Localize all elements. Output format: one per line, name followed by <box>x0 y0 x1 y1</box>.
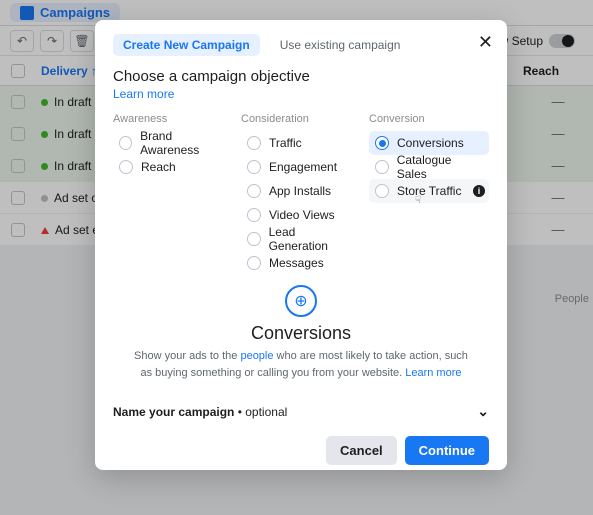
radio-icon <box>247 232 261 246</box>
radio-icon <box>375 160 389 174</box>
awareness-title: Awareness <box>113 113 233 125</box>
conversion-section: Conversion Conversions Catalogue Sales S… <box>369 113 489 275</box>
objective-conversions[interactable]: Conversions <box>369 131 489 155</box>
objective-app-installs[interactable]: App Installs <box>241 179 361 203</box>
cancel-button[interactable]: Cancel <box>326 436 397 465</box>
awareness-section: Awareness Brand Awareness Reach <box>113 113 233 275</box>
globe-icon: ⊕ <box>285 285 317 317</box>
objective-reach[interactable]: Reach <box>113 155 233 179</box>
tab-use-existing[interactable]: Use existing campaign <box>270 34 411 56</box>
modal-tabs: Create New Campaign Use existing campaig… <box>113 34 489 56</box>
selected-objective-description: Show your ads to the people who are most… <box>113 348 489 381</box>
radio-icon <box>247 256 261 270</box>
create-campaign-modal: Create New Campaign Use existing campaig… <box>95 20 507 470</box>
name-campaign-toggle[interactable]: Name your campaign • optional ⌄ <box>113 397 489 426</box>
objective-video-views[interactable]: Video Views <box>241 203 361 227</box>
radio-icon <box>119 136 132 150</box>
consideration-title: Consideration <box>241 113 361 125</box>
people-link[interactable]: people <box>240 350 273 362</box>
learn-more-link[interactable]: Learn more <box>113 87 489 101</box>
cursor-icon: ☟ <box>415 195 421 206</box>
radio-icon <box>247 136 261 150</box>
desc-learn-more-link[interactable]: Learn more <box>405 367 461 379</box>
continue-button[interactable]: Continue <box>405 436 489 465</box>
consideration-section: Consideration Traffic Engagement App Ins… <box>241 113 361 275</box>
radio-icon <box>119 160 133 174</box>
objective-brand-awareness[interactable]: Brand Awareness <box>113 131 233 155</box>
info-icon[interactable]: i <box>473 185 485 197</box>
conversion-title: Conversion <box>369 113 489 125</box>
objective-columns: Awareness Brand Awareness Reach Consider… <box>113 113 489 275</box>
objective-engagement[interactable]: Engagement <box>241 155 361 179</box>
chevron-down-icon: ⌄ <box>477 403 489 420</box>
radio-icon <box>375 136 389 150</box>
modal-footer: Cancel Continue <box>113 426 489 465</box>
objective-lead-generation[interactable]: Lead Generation <box>241 227 361 251</box>
radio-icon <box>247 160 261 174</box>
radio-icon <box>247 208 261 222</box>
objective-icon-wrap: ⊕ <box>113 285 489 317</box>
objective-messages[interactable]: Messages <box>241 251 361 275</box>
radio-icon <box>247 184 261 198</box>
radio-icon <box>375 184 389 198</box>
objective-store-traffic[interactable]: Store Traffic i ☟ <box>369 179 489 203</box>
objective-traffic[interactable]: Traffic <box>241 131 361 155</box>
selected-objective-title: Conversions <box>113 323 489 344</box>
close-icon[interactable]: ✕ <box>478 32 493 53</box>
objective-catalogue-sales[interactable]: Catalogue Sales <box>369 155 489 179</box>
modal-headline: Choose a campaign objective <box>113 68 489 85</box>
tab-create-new[interactable]: Create New Campaign <box>113 34 260 56</box>
